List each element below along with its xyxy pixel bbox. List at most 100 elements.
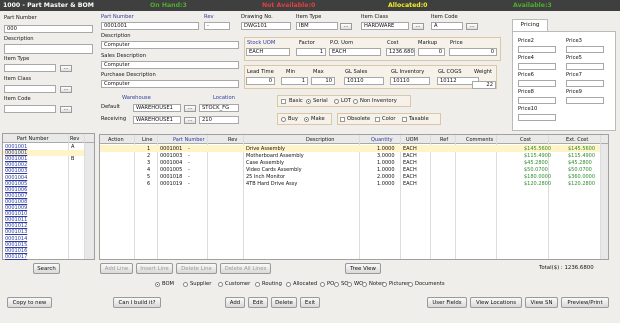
part-list-part-number[interactable]: 0001011 <box>5 217 27 223</box>
part-list-row[interactable]: 0001002 <box>3 162 84 168</box>
pricing-field-price2[interactable] <box>518 46 556 53</box>
bom-row[interactable]: 1 0001001- Drive Assembly 1.0000 EACH $145.56… <box>100 145 600 152</box>
radio-supplier[interactable] <box>183 282 188 287</box>
taxable-checkbox[interactable] <box>402 117 407 122</box>
part-list-part-number[interactable]: 0001010 <box>5 211 27 217</box>
radio-so[interactable] <box>334 282 339 287</box>
search-button[interactable]: Search <box>33 263 60 274</box>
bom-row[interactable]: 6 0001019- 4TB Hard Drive Assy 1.0000 EACH $1… <box>100 180 600 187</box>
min-field[interactable]: 1 <box>281 77 308 85</box>
tab-pricing[interactable]: Pricing <box>512 19 548 31</box>
pricing-field-price8[interactable] <box>518 97 556 104</box>
pricing-field-price6[interactable] <box>518 80 556 87</box>
serial-radio[interactable] <box>306 99 311 104</box>
factor-field[interactable]: 1 <box>296 48 326 56</box>
weight-field[interactable]: 22 <box>472 81 496 89</box>
search-item-type-input[interactable] <box>4 64 56 72</box>
part-list-part-number[interactable]: 0001001 <box>5 144 27 150</box>
part-list-row[interactable]: 0001015 <box>3 242 84 248</box>
price-field[interactable]: 0 <box>449 48 497 56</box>
delete-all-lines-button[interactable]: Delete All Lines <box>220 263 271 274</box>
part-list-part-number[interactable]: 0001017 <box>5 254 27 260</box>
bom-row[interactable]: 3 0001004- Case Assembly 1.0000 EACH $45.2800… <box>100 159 600 166</box>
part-list-scrollbar[interactable] <box>85 143 94 259</box>
lot-radio[interactable] <box>334 99 339 104</box>
add-line-button[interactable]: Add Line <box>100 263 133 274</box>
item-code-select-button[interactable]: ... <box>466 23 478 30</box>
part-list-row[interactable]: 0001009 <box>3 205 84 211</box>
part-list-part-number[interactable]: 0001013 <box>5 229 27 235</box>
rev-field[interactable]: - <box>204 22 230 30</box>
part-list-row[interactable]: 0001017 <box>3 254 84 260</box>
radio-pictures[interactable] <box>382 282 387 287</box>
delete-button[interactable]: Delete <box>271 297 297 308</box>
default-location-field[interactable]: STOCK_FG <box>199 104 239 112</box>
edit-button[interactable]: Edit <box>248 297 268 308</box>
item-code-field[interactable]: A <box>431 22 463 30</box>
part-list-part-number[interactable]: 0001016 <box>5 248 27 254</box>
bom-grid-scrollbar[interactable] <box>601 144 608 259</box>
part-list-row[interactable]: 0001003 <box>3 168 84 174</box>
gl-inventory-field[interactable]: 10110 <box>390 77 430 85</box>
radio-routing[interactable] <box>255 282 260 287</box>
delete-line-button[interactable]: Delete Line <box>176 263 217 274</box>
part-list-part-number[interactable]: 0001004 <box>5 175 27 181</box>
bom-row[interactable]: 5 0001018-25 Inch Monitor 2.0000 EACH $180.0… <box>100 173 600 180</box>
default-warehouse-select-button[interactable]: ... <box>184 105 196 112</box>
radio-allocated[interactable] <box>286 282 291 287</box>
copy-to-new-button[interactable]: Copy to new <box>7 297 52 308</box>
part-list-part-number[interactable]: 0001005 <box>5 181 27 187</box>
receiving-warehouse-select-button[interactable]: ... <box>184 117 196 124</box>
part-list-part-number[interactable]: 0001003 <box>5 168 27 174</box>
search-part-number-input[interactable]: 000 <box>4 25 93 33</box>
item-class-field[interactable]: HARDWARE <box>361 22 409 30</box>
pricing-field-price4[interactable] <box>518 63 556 70</box>
part-list-part-number[interactable]: 0001015 <box>5 242 27 248</box>
part-list-row[interactable]: 0001006 <box>3 187 84 193</box>
part-list-row[interactable]: 0001011 <box>3 217 84 223</box>
radio-wo[interactable] <box>347 282 352 287</box>
item-type-lookup-button[interactable]: ... <box>60 65 72 72</box>
drawing-field[interactable]: DWG101 <box>241 22 291 30</box>
cost-field[interactable]: 1236.6800 <box>386 48 415 56</box>
view-sn-button[interactable]: View SN <box>525 297 558 308</box>
receiving-warehouse-field[interactable]: WAREHOUSE1 <box>133 116 181 124</box>
part-list-row[interactable]: 0001005 <box>3 181 84 187</box>
part-list-part-number[interactable]: 0001009 <box>5 205 27 211</box>
part-list-part-number[interactable]: 0001002 <box>5 162 27 168</box>
part-list-part-number[interactable]: 0001007 <box>5 193 27 199</box>
make-radio[interactable] <box>304 117 309 122</box>
part-list-row[interactable]: 0001004 <box>3 175 84 181</box>
part-list-row[interactable]: 0001007 <box>3 193 84 199</box>
pricing-field-price7[interactable] <box>566 80 604 87</box>
max-field[interactable]: 10 <box>311 77 335 85</box>
part-list-row[interactable]: 0001016 <box>3 248 84 254</box>
receiving-location-field[interactable]: 210 <box>199 116 239 124</box>
pricing-field-price10[interactable] <box>518 114 556 121</box>
preview-print-button[interactable]: Preview/Print <box>561 297 609 308</box>
item-type-field[interactable]: IBM <box>296 22 338 30</box>
item-class-select-button[interactable]: ... <box>412 23 424 30</box>
color-checkbox[interactable] <box>375 117 380 122</box>
part-number-field[interactable]: 0001001 <box>101 22 199 30</box>
radio-notes[interactable] <box>362 282 367 287</box>
obsolete-checkbox[interactable] <box>340 117 345 122</box>
bom-row[interactable]: 4 0001005- Video Cards Assembly 1.0000 EACH $… <box>100 166 600 173</box>
stock-uom-field[interactable]: EACH <box>246 48 290 56</box>
markup-field[interactable]: 0 <box>418 48 445 56</box>
default-warehouse-field[interactable]: WAREHOUSE1 <box>133 104 181 112</box>
radio-po[interactable] <box>320 282 325 287</box>
sales-description-field[interactable]: Computer <box>101 61 239 69</box>
part-list-row[interactable]: 0001008 <box>3 199 84 205</box>
basic-checkbox[interactable] <box>281 99 286 104</box>
pricing-field-price9[interactable] <box>566 97 604 104</box>
part-list-part-number[interactable]: 0001001 <box>5 150 27 156</box>
description-field[interactable]: Computer <box>101 41 239 49</box>
insert-line-button[interactable]: Insert Line <box>136 263 173 274</box>
gl-sales-field[interactable]: 10110 <box>344 77 384 85</box>
part-list-row[interactable]: 0001001 A <box>3 144 84 150</box>
part-list-part-number[interactable]: 0001008 <box>5 199 27 205</box>
po-uom-field[interactable]: EACH <box>329 48 381 56</box>
item-code-lookup-button[interactable]: ... <box>60 106 72 113</box>
radio-documents[interactable] <box>408 282 413 287</box>
